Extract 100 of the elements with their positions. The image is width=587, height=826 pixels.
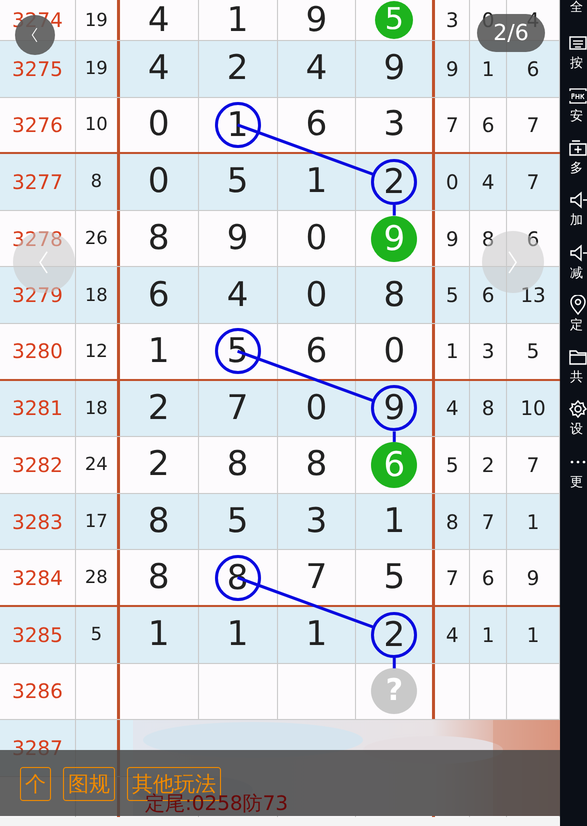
row-number: 3277 xyxy=(0,154,76,210)
table-cell: 9 xyxy=(507,550,560,605)
connector-line xyxy=(392,658,396,668)
table-cell: 4 xyxy=(278,41,356,97)
question-ball: ? xyxy=(371,668,418,714)
table-cell: 8 xyxy=(120,494,199,550)
table-cell: 4 xyxy=(120,0,199,40)
table-cell: 2 xyxy=(198,41,278,97)
table-cell: 8 xyxy=(470,380,508,436)
number-ball: 6 xyxy=(371,442,418,488)
table-cell: 7 xyxy=(507,154,560,210)
table-cell: 7 xyxy=(278,550,356,605)
table-cell: 0 xyxy=(120,154,199,210)
table-cell: 4 xyxy=(198,267,278,323)
row-number: 3285 xyxy=(0,606,76,663)
ring-marker: 2 xyxy=(371,158,418,205)
table-cell: 9 xyxy=(435,210,470,266)
number-ball: 5 xyxy=(375,1,414,39)
table-cell: 6 xyxy=(507,210,560,266)
speaker-icon[interactable] xyxy=(568,190,587,210)
location-pin-icon[interactable] xyxy=(568,294,587,315)
table-cell: 7 xyxy=(507,437,560,493)
table-cell: 0 xyxy=(278,210,356,266)
sidebar-label[interactable]: 共 xyxy=(570,371,583,384)
table-cell: 9 xyxy=(278,0,356,40)
row-number: 3276 xyxy=(0,98,76,152)
table-cell: 6 xyxy=(470,267,508,323)
ring-marker: 9 xyxy=(371,385,418,432)
table-cell: 1 xyxy=(120,606,199,663)
table-cell: 4 xyxy=(120,41,199,97)
table-cell: 3 xyxy=(435,0,470,40)
row-number: 3281 xyxy=(0,380,76,436)
table-cell: 3 xyxy=(470,324,508,379)
sidebar-label[interactable]: 定 xyxy=(570,318,583,332)
row-number: 3280 xyxy=(0,324,76,379)
table-cell: 0 xyxy=(278,380,356,436)
ring-marker: 2 xyxy=(371,612,418,658)
table-cell: 6 xyxy=(278,98,356,152)
table-cell: 9 xyxy=(198,210,278,266)
table-cell: 6 xyxy=(470,98,508,152)
connector-line xyxy=(392,431,396,442)
row-number: 3278 xyxy=(0,210,76,266)
table-cell: 1 xyxy=(470,606,508,663)
table-cell: 2 xyxy=(120,380,199,436)
table-cell: 7 xyxy=(435,98,470,152)
sidebar-label[interactable]: 安 xyxy=(570,110,583,123)
sidebar-label[interactable]: 减 xyxy=(570,266,583,280)
table-cell: 6 xyxy=(278,324,356,379)
sidebar-label[interactable]: 设 xyxy=(570,423,583,436)
speaker-icon[interactable] xyxy=(568,242,587,262)
table-cell: 7 xyxy=(198,380,278,436)
row-number: 3284 xyxy=(0,550,76,605)
table-cell: 8 xyxy=(120,550,199,605)
table-cell: 4 xyxy=(435,606,470,663)
table-cell: 7 xyxy=(507,98,560,152)
table-cell: 8 xyxy=(120,210,199,266)
table-cell: 1 xyxy=(198,0,278,40)
sidebar-label[interactable]: 全 xyxy=(570,1,583,14)
table-cell: 8 xyxy=(198,437,278,493)
table-cell: 10 xyxy=(507,380,560,436)
connector-line xyxy=(392,204,396,216)
table-cell: 1 xyxy=(278,154,356,210)
table-cell: 1 xyxy=(507,606,560,663)
table-cell: 8 xyxy=(435,494,470,550)
table-cell: 1 xyxy=(507,494,560,550)
table-cell: 6 xyxy=(470,550,508,605)
table-cell: 5 xyxy=(435,267,470,323)
settings-icon[interactable] xyxy=(568,399,587,420)
row-number: 3283 xyxy=(0,494,76,550)
table-cell: 5 xyxy=(198,494,278,550)
table-cell: 5 xyxy=(507,324,560,379)
table-cell: 1 xyxy=(120,324,199,379)
row-number: 3279 xyxy=(0,267,76,323)
number-ball: 9 xyxy=(371,216,418,262)
table-cell: 8 xyxy=(278,437,356,493)
table-cell: 8 xyxy=(470,210,508,266)
apk-icon[interactable] xyxy=(568,86,587,106)
table-cell: 2 xyxy=(470,437,508,493)
table-cell: 1 xyxy=(278,606,356,663)
row-number: 3286 xyxy=(0,664,76,720)
sidebar-label[interactable]: 加 xyxy=(570,214,583,228)
table-cell: 1 xyxy=(198,606,278,663)
table-cell: 5 xyxy=(198,154,278,210)
table-cell: 3 xyxy=(278,494,356,550)
table-cell: 6 xyxy=(120,267,199,323)
table-cell: 4 xyxy=(435,380,470,436)
table-cell: 13 xyxy=(507,267,560,323)
ring-marker: 1 xyxy=(214,102,261,148)
add-window-icon[interactable] xyxy=(568,138,587,158)
sidebar-label[interactable]: 更 xyxy=(570,476,583,489)
table-cell: 0 xyxy=(435,154,470,210)
sidebar-label[interactable]: 多 xyxy=(570,162,583,175)
table-cell: 9 xyxy=(435,41,470,97)
table-cell: 7 xyxy=(470,494,508,550)
table-cell: 5 xyxy=(435,437,470,493)
sidebar-label[interactable]: 按 xyxy=(570,57,583,70)
row-number: 3282 xyxy=(0,437,76,493)
table-cell: 4 xyxy=(470,154,508,210)
table-cell: 2 xyxy=(120,437,199,493)
table-cell: 7 xyxy=(435,550,470,605)
